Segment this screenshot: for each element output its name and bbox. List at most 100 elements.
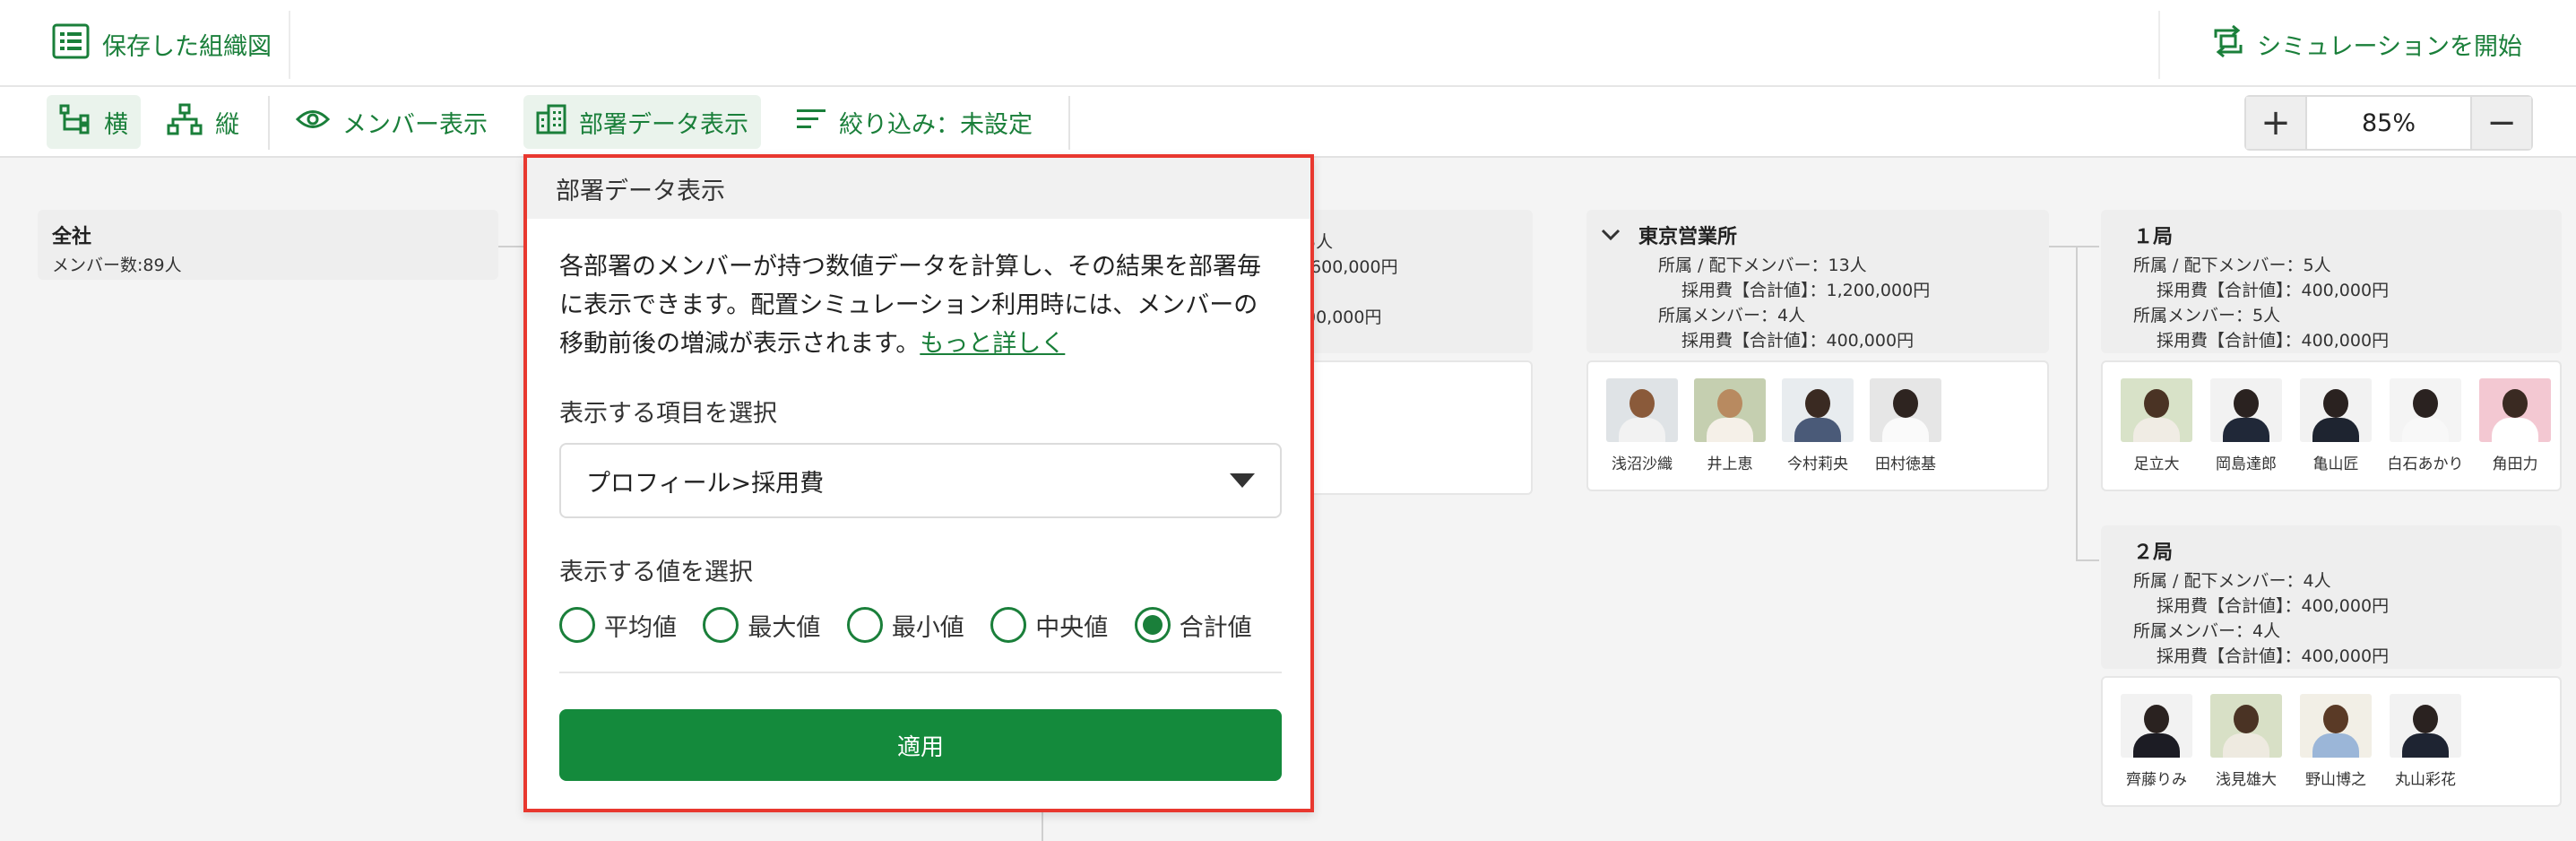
member-card[interactable]: 野山博之 [2300, 694, 2372, 789]
radio-min[interactable]: 最小値 [846, 603, 990, 646]
member-card[interactable]: 齊藤りみ [2121, 694, 2192, 789]
filter-label: 絞り込み：未設定 [839, 110, 1033, 139]
member-card[interactable]: 白石あかり [2387, 378, 2464, 473]
horizontal-layout-button[interactable]: 横 [47, 95, 141, 149]
radio-label: 最小値 [891, 613, 964, 642]
saved-org-chart-label: 保存した組織図 [102, 32, 272, 61]
dept-stat: 採用費【合計値】：400,000円 [2157, 596, 2390, 616]
member-name: 白石あかり [2387, 455, 2464, 473]
connector-line [2076, 246, 2078, 559]
dept-stat: ,600,000円 [1305, 257, 1398, 277]
dept-stat: 所属 / 配下メンバー：5人 [2133, 256, 2331, 275]
more-details-link[interactable]: もっと詳しく [920, 330, 1065, 358]
member-card[interactable]: 丸山彩花 [2390, 694, 2461, 789]
filter-button[interactable]: 絞り込み：未設定 [783, 95, 1045, 149]
dept-node-partial[interactable]: 5人 ,600,000円 00,000円 [1291, 210, 1533, 353]
top-header: 保存した組織図 シミュレーションを開始 [0, 0, 2576, 87]
dept-member-count: メンバー数:89人 [52, 256, 182, 275]
member-name: 浅沼沙織 [1612, 455, 1673, 473]
radio-max[interactable]: 最大値 [703, 603, 846, 646]
vertical-tree-icon [167, 103, 203, 142]
dept-node-bureau-2[interactable]: ２局 所属 / 配下メンバー：4人 採用費【合計値】：400,000円 所属メン… [2101, 525, 2562, 669]
value-radio-group: 平均値 最大値 最小値 中央値 合計値 [559, 603, 1278, 646]
member-card[interactable]: 今村莉央 [1782, 378, 1854, 473]
member-name: 田村徳基 [1875, 455, 1936, 473]
dept-stat: 所属 / 配下メンバー：4人 [2133, 571, 2331, 591]
member-panel-tokyo: 浅沼沙織 井上恵 今村莉央 田村徳基 [1586, 360, 2049, 491]
member-name: 亀山匠 [2312, 455, 2359, 473]
member-photo [2479, 378, 2551, 442]
start-simulation-button[interactable]: シミュレーションを開始 [2210, 23, 2522, 65]
building-chart-icon [536, 104, 566, 141]
radio-average[interactable]: 平均値 [559, 603, 703, 646]
member-view-button[interactable]: メンバー表示 [283, 95, 500, 149]
member-name: 齊藤りみ [2126, 771, 2187, 789]
member-card[interactable]: 岡島達郎 [2210, 378, 2282, 473]
popup-description-text: 各部署のメンバーが持つ数値データを計算し、その結果を部署毎に表示できます。配置シ… [559, 253, 1261, 358]
dept-name: 東京営業所 [1638, 226, 1738, 248]
dept-data-popup: 部署データ表示 各部署のメンバーが持つ数値データを計算し、その結果を部署毎に表示… [523, 154, 1314, 812]
popup-title: 部署データ表示 [527, 158, 1310, 219]
dept-data-button[interactable]: 部署データ表示 [523, 95, 761, 149]
member-name: 井上恵 [1707, 455, 1753, 473]
zoom-out-button[interactable]: − [2472, 97, 2531, 149]
radio-label: 最大値 [748, 613, 821, 642]
radio-total[interactable]: 合計値 [1134, 603, 1278, 646]
member-photo [2300, 694, 2372, 758]
member-photo [1870, 378, 1941, 442]
member-photo [2210, 378, 2282, 442]
toolbar-divider [1068, 96, 1070, 150]
member-name: 岡島達郎 [2216, 455, 2277, 473]
item-select-value: プロフィール>採用費 [586, 469, 825, 498]
member-photo [2121, 694, 2192, 758]
dept-node-bureau-1[interactable]: １局 所属 / 配下メンバー：5人 採用費【合計値】：400,000円 所属メン… [2101, 210, 2562, 353]
toolbar-divider [268, 96, 270, 150]
item-select[interactable]: プロフィール>採用費 [559, 443, 1282, 518]
eye-icon [295, 108, 331, 137]
member-card[interactable]: 浅見雄大 [2210, 694, 2282, 789]
dept-stat: 採用費【合計値】：400,000円 [1681, 331, 1915, 351]
member-card[interactable]: 田村徳基 [1870, 378, 1941, 473]
dept-stat: 00,000円 [1305, 308, 1382, 327]
member-card[interactable]: 亀山匠 [2300, 378, 2372, 473]
dept-stat: 採用費【合計値】：1,200,000円 [1681, 281, 1931, 300]
member-panel-bureau-1: 足立大 岡島達郎 亀山匠 白石あかり 角田力 [2101, 360, 2562, 491]
member-name: 今村莉央 [1787, 455, 1848, 473]
dept-node-all[interactable]: 全社 メンバー数:89人 [38, 210, 498, 280]
member-card[interactable]: 浅沼沙織 [1606, 378, 1678, 473]
select-value-label: 表示する値を選択 [559, 559, 753, 586]
dept-name: １局 [2133, 226, 2174, 248]
chevron-down-icon[interactable] [1601, 224, 1621, 247]
connector-line [2049, 246, 2099, 247]
zoom-level: 85% [2305, 97, 2472, 149]
zoom-control: + 85% − [2244, 95, 2533, 151]
apply-button[interactable]: 適用 [559, 709, 1282, 781]
radio-circle-icon [846, 607, 883, 643]
dept-stat: 採用費【合計値】：400,000円 [2157, 331, 2390, 351]
dept-stat: 採用費【合計値】：400,000円 [2157, 281, 2390, 300]
vertical-layout-label: 縦 [215, 110, 239, 139]
dept-node-tokyo[interactable]: 東京営業所 所属 / 配下メンバー：13人 採用費【合計値】：1,200,000… [1586, 210, 2049, 353]
radio-median[interactable]: 中央値 [990, 603, 1134, 646]
member-name: 浅見雄大 [2216, 771, 2277, 789]
member-photo [2121, 378, 2192, 442]
zoom-in-button[interactable]: + [2246, 97, 2305, 149]
member-photo [2390, 694, 2461, 758]
list-icon [52, 23, 90, 65]
radio-label: 中央値 [1035, 613, 1109, 642]
member-photo [1694, 378, 1766, 442]
member-card[interactable]: 角田力 [2479, 378, 2551, 473]
start-simulation-label: シミュレーションを開始 [2257, 32, 2522, 61]
member-panel-bureau-2: 齊藤りみ 浅見雄大 野山博之 丸山彩花 [2101, 676, 2562, 807]
vertical-layout-button[interactable]: 縦 [154, 95, 252, 149]
select-item-label: 表示する項目を選択 [559, 400, 777, 428]
member-card[interactable]: 井上恵 [1694, 378, 1766, 473]
member-photo [2210, 694, 2282, 758]
member-card[interactable]: 足立大 [2121, 378, 2192, 473]
saved-org-chart-button[interactable]: 保存した組織図 [52, 23, 272, 65]
header-divider [2158, 11, 2160, 79]
view-toolbar: 横 縦 メンバー表示 部署データ表示 絞り込み：未設定 + 85% − [0, 87, 2576, 158]
caret-down-icon [1230, 473, 1255, 488]
simulation-icon [2210, 23, 2246, 65]
member-view-label: メンバー表示 [342, 110, 488, 139]
